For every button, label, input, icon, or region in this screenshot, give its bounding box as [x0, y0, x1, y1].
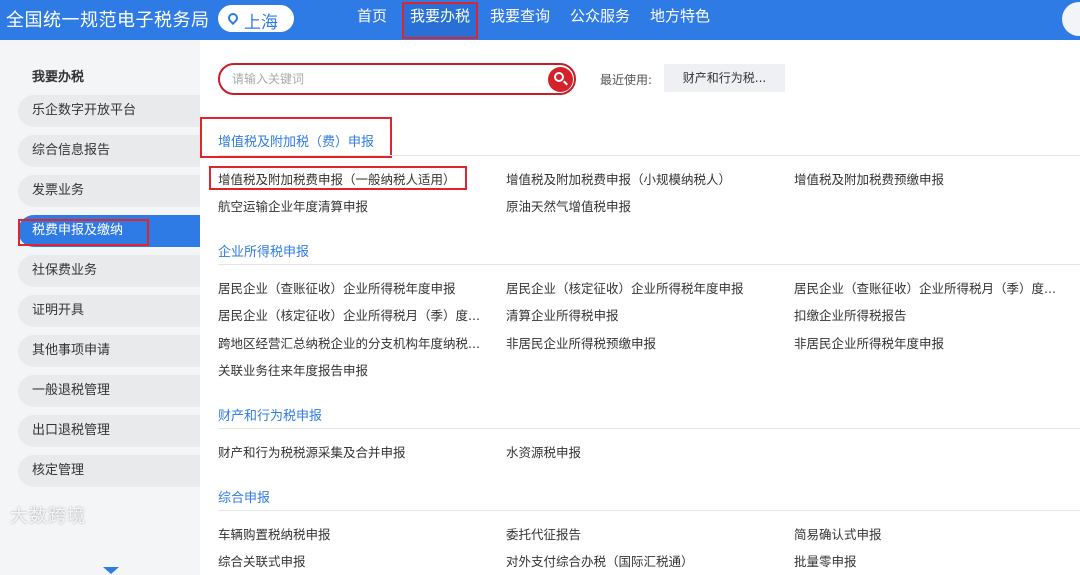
link-cit-quarterly-assessed[interactable]: 居民企业（核定征收）企业所得税月（季）度...	[218, 305, 488, 324]
scroll-down-icon[interactable]	[103, 567, 119, 574]
item-highlight	[209, 166, 467, 190]
link-oil-gas-vat[interactable]: 原油天然气增值税申报	[506, 196, 776, 215]
sidebar-item-leqi[interactable]: 乐企数字开放平台	[18, 95, 200, 127]
recent-label: 最近使用:	[600, 73, 653, 87]
section-title-property: 财产和行为税申报	[218, 409, 323, 424]
link-cit-nonresident-prepay[interactable]: 非居民企业所得税预缴申报	[506, 333, 776, 352]
link-water-resource-tax[interactable]: 水资源税申报	[506, 442, 776, 461]
nav-home[interactable]: 首页	[357, 0, 387, 40]
sidebar-item-export-refund[interactable]: 出口退税管理	[18, 415, 200, 447]
nav-public-service[interactable]: 公众服务	[570, 0, 630, 40]
link-outbound-payment[interactable]: 对外支付综合办税（国际汇税通）	[506, 551, 776, 570]
link-vat-small[interactable]: 增值税及附加税费申报（小规模纳税人）	[506, 169, 776, 188]
watermark: 大数跨境	[10, 506, 86, 527]
user-avatar[interactable]	[1062, 2, 1080, 36]
nav-do-tax[interactable]: 我要办税	[410, 0, 470, 40]
location-pin-icon	[225, 10, 241, 26]
link-entrusted-collection[interactable]: 委托代征报告	[506, 524, 776, 543]
link-simple-confirm[interactable]: 简易确认式申报	[794, 524, 1064, 543]
link-vat-prepay[interactable]: 增值税及附加税费预缴申报	[794, 169, 1064, 188]
search-button[interactable]	[548, 67, 573, 92]
section-divider	[218, 155, 1080, 156]
link-aviation-settlement[interactable]: 航空运输企业年度清算申报	[218, 196, 488, 215]
sidebar-item-info-report[interactable]: 综合信息报告	[18, 135, 200, 167]
link-cit-nonresident-annual[interactable]: 非居民企业所得税年度申报	[794, 333, 1064, 352]
sidebar-item-other-requests[interactable]: 其他事项申请	[18, 335, 200, 367]
section-title-cit: 企业所得税申报	[218, 245, 310, 260]
section-divider	[218, 428, 1080, 429]
site-title: 全国统一规范电子税务局	[6, 10, 210, 31]
section-divider	[218, 510, 1080, 511]
link-cit-annual-audit[interactable]: 居民企业（查账征收）企业所得税年度申报	[218, 278, 488, 297]
link-combined-related[interactable]: 综合关联式申报	[218, 551, 488, 570]
location-label: 上海	[244, 13, 278, 33]
link-batch-zero-filing[interactable]: 批量零申报	[794, 551, 1064, 570]
sidebar-item-general-refund[interactable]: 一般退税管理	[18, 375, 200, 407]
sidebar-item-social-security[interactable]: 社保费业务	[18, 255, 200, 287]
section-divider	[218, 264, 1080, 265]
search-box	[218, 63, 576, 95]
search-input[interactable]	[232, 70, 532, 88]
section-title-vat: 增值税及附加税（费）申报	[218, 135, 375, 150]
link-related-party-report[interactable]: 关联业务往来年度报告申报	[218, 360, 488, 379]
nav-local-feature[interactable]: 地方特色	[650, 0, 710, 40]
section-title-comprehensive: 综合申报	[218, 491, 271, 506]
sidebar: 我要办税 乐企数字开放平台 综合信息报告 发票业务 税费申报及缴纳 社保费业务 …	[0, 40, 200, 575]
sidebar-item-certificate[interactable]: 证明开具	[18, 295, 200, 327]
link-cit-liquidation[interactable]: 清算企业所得税申报	[506, 305, 776, 324]
location-selector[interactable]: 上海	[218, 5, 294, 33]
link-cit-branch-annual[interactable]: 跨地区经营汇总纳税企业的分支机构年度纳税...	[218, 333, 488, 352]
link-cit-withholding[interactable]: 扣缴企业所得税报告	[794, 305, 1064, 324]
sidebar-item-assessment[interactable]: 核定管理	[18, 455, 200, 487]
nav-query[interactable]: 我要查询	[490, 0, 550, 40]
sidebar-title: 我要办税	[32, 70, 85, 85]
sidebar-active-highlight	[18, 219, 149, 246]
sidebar-item-invoice[interactable]: 发票业务	[18, 175, 200, 207]
link-cit-annual-assessed[interactable]: 居民企业（核定征收）企业所得税年度申报	[506, 278, 776, 297]
link-vehicle-purchase-tax[interactable]: 车辆购置税纳税申报	[218, 524, 488, 543]
link-cit-quarterly-audit[interactable]: 居民企业（查账征收）企业所得税月（季）度...	[794, 278, 1064, 297]
top-header: 全国统一规范电子税务局 上海 首页 我要办税 我要查询 公众服务 地方特色	[0, 0, 1080, 40]
recent-item[interactable]: 财产和行为税...	[664, 64, 785, 92]
link-property-combined[interactable]: 财产和行为税税源采集及合并申报	[218, 442, 488, 461]
